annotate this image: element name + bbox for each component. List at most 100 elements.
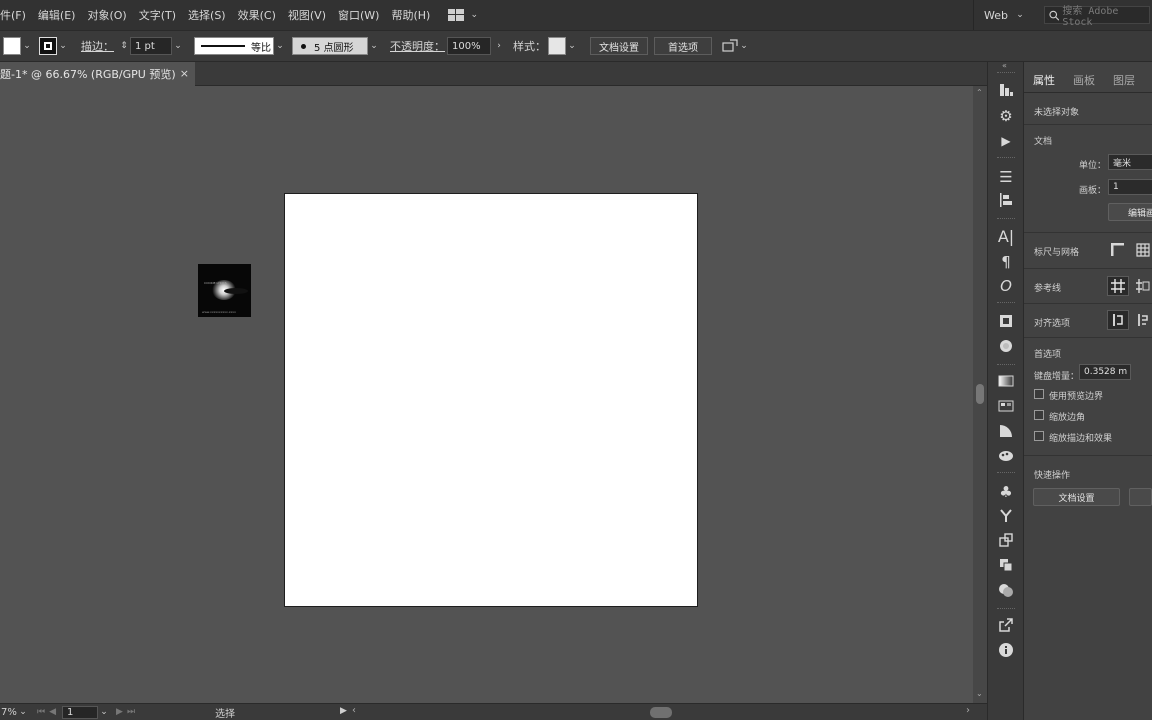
zoom-value[interactable]: 7% xyxy=(1,707,17,718)
menu-window[interactable]: 窗口(W) xyxy=(332,7,385,23)
smart-guides-toggle[interactable] xyxy=(1132,276,1152,296)
horizontal-scrollbar[interactable]: ‹ › xyxy=(352,705,972,718)
chevron-down-icon[interactable]: ⌄ xyxy=(368,41,380,51)
artboard-number-field[interactable]: 1 xyxy=(62,705,99,719)
menu-view[interactable]: 视图(V) xyxy=(282,7,332,23)
stock-search-input[interactable]: 搜索 Adobe Stock xyxy=(1044,6,1150,28)
units-dropdown[interactable]: 毫米 xyxy=(1108,154,1152,170)
chevron-down-icon[interactable]: ⌄ xyxy=(98,707,110,717)
stepper-icon[interactable]: ⇕ xyxy=(118,41,130,51)
snap-to-point-toggle[interactable] xyxy=(1107,310,1129,330)
status-menu-icon[interactable]: ▶ xyxy=(340,706,347,716)
scale-strokes-checkbox[interactable] xyxy=(1034,431,1044,441)
symbols-icon[interactable]: ♣ xyxy=(997,483,1015,501)
style-swatch[interactable] xyxy=(548,37,566,55)
fill-swatch[interactable] xyxy=(3,37,21,55)
artboard-dropdown[interactable]: 1 xyxy=(1108,179,1152,195)
scroll-left-icon[interactable]: ‹ xyxy=(352,705,356,716)
opacity-field[interactable]: 100% xyxy=(447,37,491,55)
previous-artboard-icon[interactable]: ◀ xyxy=(49,707,56,717)
snap-to-pixel-toggle[interactable] xyxy=(1132,310,1152,330)
menu-object[interactable]: 对象(O) xyxy=(81,7,132,23)
chevron-down-icon[interactable]: ⌄ xyxy=(738,41,750,51)
menu-help[interactable]: 帮助(H) xyxy=(385,7,436,23)
menu-file[interactable]: 件(F) xyxy=(0,7,32,23)
chevron-down-icon[interactable]: ⌄ xyxy=(21,41,33,51)
strip-grip[interactable] xyxy=(997,218,1015,220)
grid-toggle[interactable] xyxy=(1132,240,1152,260)
document-setup-button[interactable]: 文档设置 xyxy=(590,37,648,55)
brush-dropdown[interactable]: 5 点圆形 xyxy=(292,37,368,55)
strip-grip[interactable] xyxy=(997,302,1015,304)
gear-icon[interactable]: ⚙ xyxy=(997,107,1015,125)
strip-grip[interactable] xyxy=(997,72,1015,74)
arrange-documents-button[interactable]: ⌄ xyxy=(448,9,480,21)
chevron-down-icon[interactable]: ⌄ xyxy=(172,41,184,51)
scroll-up-icon[interactable]: ⌃ xyxy=(976,88,983,97)
edit-artboards-button[interactable]: 编辑画 xyxy=(1108,203,1152,221)
keyboard-increment-field[interactable]: 0.3528 m xyxy=(1079,364,1131,380)
chevron-down-icon[interactable]: ⌄ xyxy=(57,41,69,51)
graphic-styles-icon[interactable] xyxy=(997,582,1015,600)
close-icon[interactable]: × xyxy=(180,67,189,80)
scroll-down-icon[interactable]: ⌄ xyxy=(976,689,983,698)
scroll-right-icon[interactable]: › xyxy=(966,705,970,716)
transparency-icon[interactable] xyxy=(997,423,1015,441)
preferences-button[interactable]: 首选项 xyxy=(654,37,712,55)
vertical-scroll-thumb[interactable] xyxy=(976,384,984,404)
strip-grip[interactable] xyxy=(997,608,1015,610)
collapse-panels-icon[interactable]: « xyxy=(1002,61,1007,70)
info-icon[interactable] xyxy=(997,642,1015,660)
opentype-icon[interactable]: O xyxy=(997,277,1015,295)
paragraph-icon[interactable]: ¶ xyxy=(997,253,1015,271)
quick-document-setup-button[interactable]: 文档设置 xyxy=(1033,488,1120,506)
next-artboard-icon[interactable]: ▶ xyxy=(116,707,123,717)
appearance-icon[interactable] xyxy=(997,338,1015,356)
libraries-icon[interactable] xyxy=(997,82,1015,100)
vertical-scrollbar[interactable]: ⌃ ⌄ xyxy=(973,86,987,703)
placed-image[interactable]: COOKIE LYRICS www.xxxxxxxxxx.xxxx xyxy=(198,264,251,317)
horizontal-scroll-thumb[interactable] xyxy=(650,707,672,718)
canvas-area[interactable]: COOKIE LYRICS www.xxxxxxxxxx.xxxx xyxy=(0,86,973,703)
stroke-swatch[interactable] xyxy=(39,37,57,55)
last-artboard-icon[interactable]: ⏭ xyxy=(127,707,135,717)
chevron-down-icon[interactable]: ⌄ xyxy=(566,41,578,51)
scale-corners-checkbox[interactable] xyxy=(1034,410,1044,420)
tab-properties[interactable]: 属性 xyxy=(1024,71,1064,92)
strip-grip[interactable] xyxy=(997,364,1015,366)
strip-grip[interactable] xyxy=(997,472,1015,474)
menu-type[interactable]: 文字(T) xyxy=(133,7,182,23)
play-icon[interactable]: ▶ xyxy=(997,132,1015,150)
asset-export-icon[interactable] xyxy=(997,532,1015,550)
artboard[interactable] xyxy=(284,193,698,607)
tab-artboards[interactable]: 画板 xyxy=(1064,71,1104,92)
menu-edit[interactable]: 编辑(E) xyxy=(32,7,82,23)
stroke-profile-dropdown[interactable]: 等比 xyxy=(194,37,274,55)
align-icon[interactable] xyxy=(997,192,1015,210)
character-icon[interactable]: A| xyxy=(997,228,1015,246)
workspace-switcher[interactable]: Web ⌄ xyxy=(973,0,1036,30)
guides-toggle[interactable] xyxy=(1107,276,1129,296)
transform-options-icon[interactable] xyxy=(722,39,738,53)
gradient-icon[interactable] xyxy=(997,373,1015,391)
menu-select[interactable]: 选择(S) xyxy=(182,7,232,23)
chevron-right-icon[interactable]: › xyxy=(493,41,505,51)
stroke-label[interactable]: 描边： xyxy=(81,38,114,54)
use-preview-bounds-checkbox[interactable] xyxy=(1034,389,1044,399)
stroke-weight-field[interactable]: 1 pt xyxy=(130,37,172,55)
opacity-label[interactable]: 不透明度： xyxy=(390,38,445,54)
first-artboard-icon[interactable]: ⏮ xyxy=(37,707,47,717)
pathfinder-icon[interactable] xyxy=(997,557,1015,575)
strip-grip[interactable] xyxy=(997,157,1015,159)
transform-icon[interactable] xyxy=(997,313,1015,331)
tab-layers[interactable]: 图层 xyxy=(1104,71,1144,92)
color-guide-icon[interactable] xyxy=(997,447,1015,465)
menu-effect[interactable]: 效果(C) xyxy=(232,7,282,23)
document-tab[interactable]: 题-1* @ 66.67% (RGB/GPU 预览) × xyxy=(0,62,195,86)
export-icon[interactable] xyxy=(997,617,1015,635)
chevron-down-icon[interactable]: ⌄ xyxy=(274,41,286,51)
swatches-icon[interactable] xyxy=(997,398,1015,416)
rulers-toggle[interactable] xyxy=(1107,240,1129,260)
menu-lines-icon[interactable]: ☰ xyxy=(997,168,1015,186)
quick-preferences-button[interactable] xyxy=(1129,488,1152,506)
